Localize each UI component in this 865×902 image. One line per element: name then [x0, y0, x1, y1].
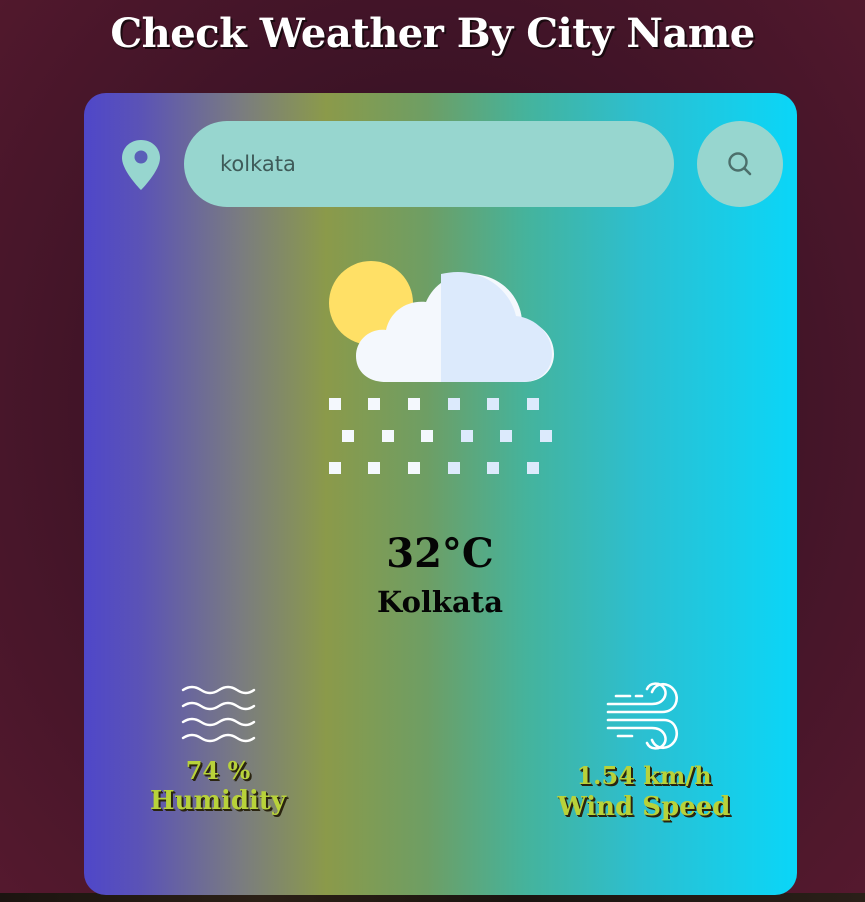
city-name: Kolkata: [377, 585, 503, 619]
wind-speed-value: 1.54 km/h: [576, 761, 712, 790]
city-search-input[interactable]: [184, 121, 674, 207]
page-title: Check Weather By City Name: [110, 10, 755, 57]
partly-cloudy-snow-icon: [326, 256, 558, 480]
map-pin-icon: [121, 139, 161, 191]
humidity-waves-icon: [180, 684, 256, 746]
humidity-value: 74 %: [185, 756, 251, 785]
temperature-readout: 32°C: [386, 530, 494, 577]
humidity-label: Humidity: [149, 786, 287, 816]
wind-icon: [606, 680, 682, 752]
search-icon: [726, 150, 754, 178]
search-button[interactable]: [697, 121, 783, 207]
wind-speed-label: Wind Speed: [557, 792, 731, 822]
